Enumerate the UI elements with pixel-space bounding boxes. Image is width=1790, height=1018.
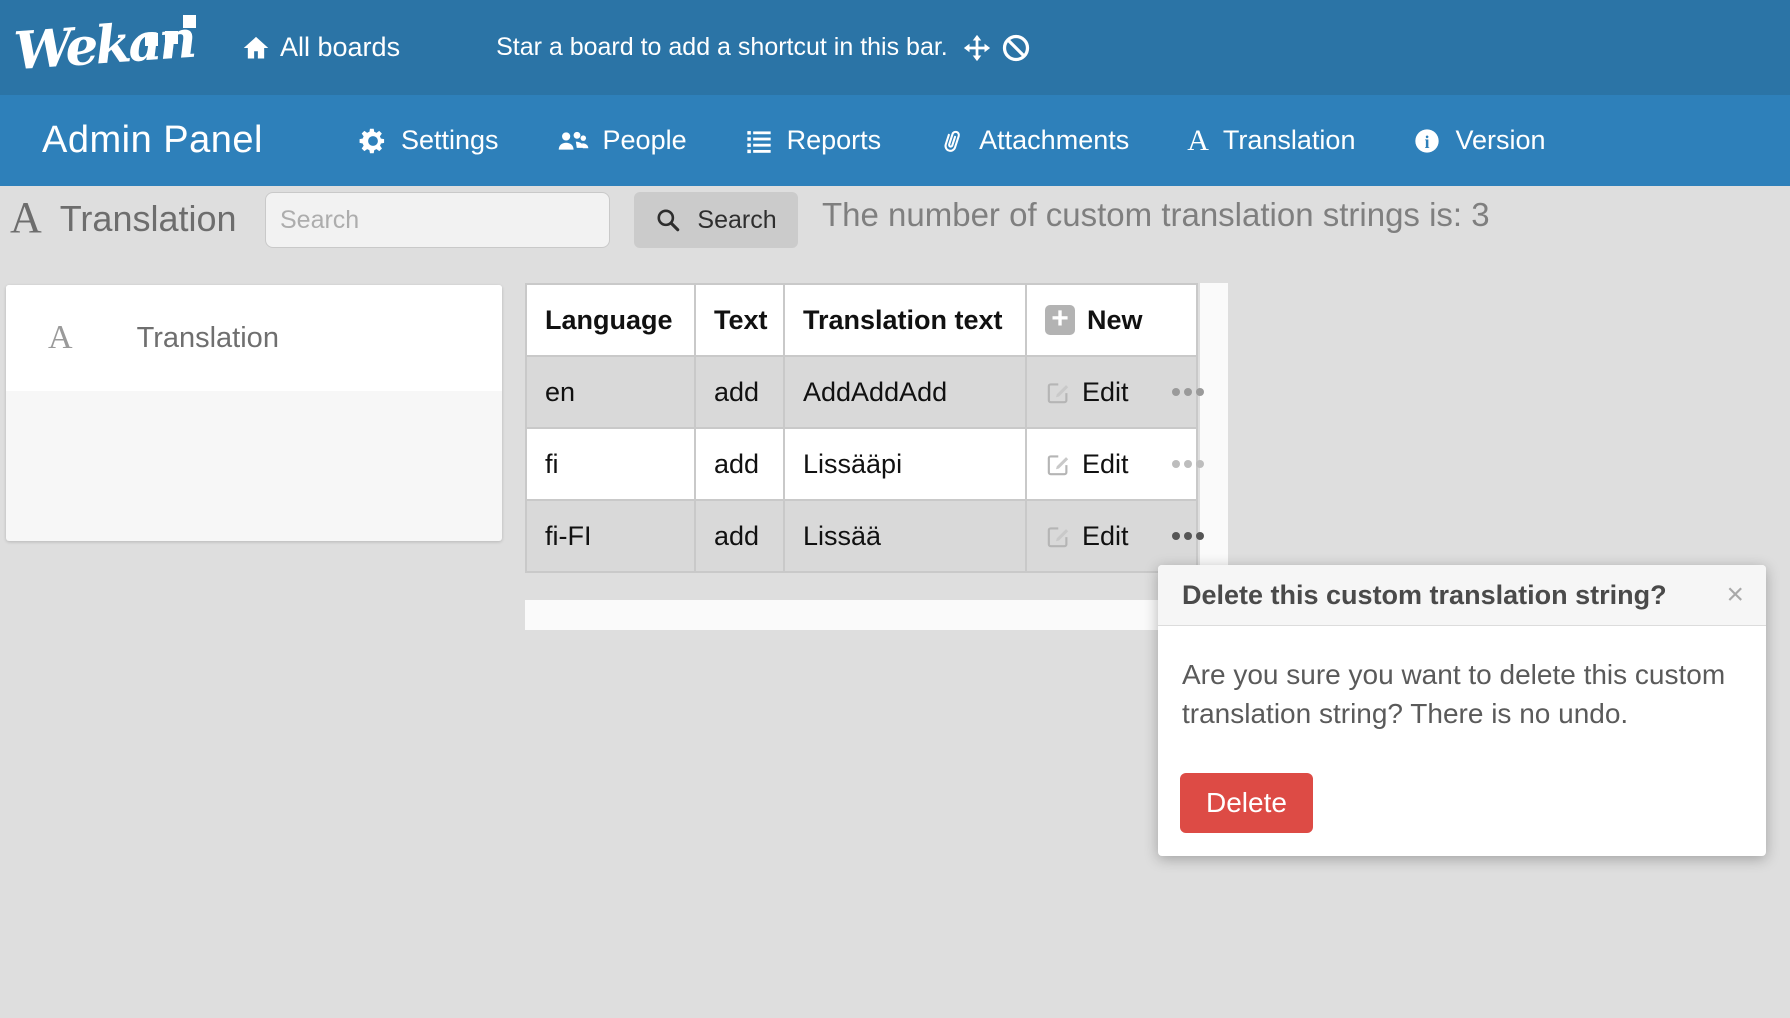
- nav-settings-label: Settings: [401, 125, 499, 156]
- search-input[interactable]: [265, 192, 610, 248]
- svg-text:i: i: [1425, 132, 1430, 152]
- delete-confirm-dialog: Delete this custom translation string? ×…: [1158, 565, 1766, 856]
- nav-attachments-label: Attachments: [979, 125, 1129, 156]
- nav-reports-label: Reports: [787, 125, 882, 156]
- nav-translation[interactable]: A Translation: [1187, 125, 1355, 156]
- cell-translation: AddAddAdd: [784, 356, 1026, 428]
- arrows-move-icon[interactable]: [962, 33, 992, 63]
- edit-pencil-square-icon: [1045, 451, 1072, 478]
- cell-translation: Lissää: [784, 500, 1026, 572]
- table-row: fi-FI add Lissää Edit: [526, 500, 1197, 572]
- ellipsis-menu-icon[interactable]: [1172, 532, 1180, 540]
- dialog-header: Delete this custom translation string? ×: [1158, 565, 1766, 626]
- edit-button[interactable]: Edit: [1082, 521, 1129, 552]
- search-button-label: Search: [697, 206, 776, 235]
- col-header-text: Text: [695, 284, 784, 356]
- search-button[interactable]: Search: [634, 192, 798, 248]
- section-heading: A Translation: [10, 196, 237, 240]
- people-icon: [557, 127, 589, 155]
- table-header-row: Language Text Translation text New: [526, 284, 1197, 356]
- admin-panel-bar: Admin Panel Settings People: [0, 95, 1790, 186]
- edit-button[interactable]: Edit: [1082, 377, 1129, 408]
- nav-version-label: Version: [1455, 125, 1545, 156]
- plus-square-icon[interactable]: [1045, 305, 1075, 335]
- nav-reports[interactable]: Reports: [745, 125, 882, 156]
- ellipsis-menu-icon[interactable]: [1172, 460, 1180, 468]
- list-icon: [745, 127, 773, 155]
- ellipsis-menu-icon[interactable]: [1172, 388, 1180, 396]
- wekan-logo[interactable]: Wekan: [14, 7, 214, 89]
- cell-text: add: [695, 500, 784, 572]
- nav-people[interactable]: People: [557, 125, 687, 156]
- admin-panel-title: Admin Panel: [42, 119, 263, 162]
- gear-icon: [359, 127, 387, 155]
- search-icon: [655, 207, 681, 233]
- star-hint-text: Star a board to add a shortcut in this b…: [496, 33, 948, 62]
- edit-button[interactable]: Edit: [1082, 449, 1129, 480]
- delete-button[interactable]: Delete: [1180, 773, 1313, 833]
- top-bar: Wekan All boards Star a board to add a s…: [0, 0, 1790, 95]
- cell-language: en: [526, 356, 695, 428]
- all-boards-link[interactable]: All boards: [242, 32, 400, 63]
- sidebar-item-label: Translation: [137, 322, 279, 355]
- all-boards-label: All boards: [280, 32, 400, 63]
- col-header-translation-text: Translation text: [784, 284, 1026, 356]
- cell-translation: Lissääpi: [784, 428, 1026, 500]
- translation-count-text: The number of custom translation strings…: [822, 196, 1490, 234]
- wekan-logo-text: Wekan: [12, 8, 196, 81]
- nav-people-label: People: [603, 125, 687, 156]
- paperclip-icon: [939, 127, 965, 155]
- info-circle-icon: i: [1413, 127, 1441, 155]
- home-icon: [242, 34, 270, 62]
- dialog-body-text: Are you sure you want to delete this cus…: [1158, 626, 1766, 733]
- new-label: New: [1087, 305, 1143, 336]
- horizontal-scrollbar-track[interactable]: [525, 600, 1230, 630]
- section-title: Translation: [60, 198, 237, 240]
- serif-a-icon: A: [1187, 126, 1209, 156]
- cell-actions: Edit: [1026, 356, 1197, 428]
- dialog-title: Delete this custom translation string?: [1182, 580, 1726, 611]
- ban-icon[interactable]: [1001, 33, 1031, 63]
- nav-translation-label: Translation: [1223, 125, 1356, 156]
- wekan-logo-pixels-icon: [183, 15, 196, 28]
- cell-language: fi-FI: [526, 500, 695, 572]
- cell-text: add: [695, 356, 784, 428]
- table-row: en add AddAddAdd Edit: [526, 356, 1197, 428]
- nav-version[interactable]: i Version: [1413, 125, 1545, 156]
- table-row: fi add Lissääpi Edit: [526, 428, 1197, 500]
- col-header-new[interactable]: New: [1026, 284, 1197, 356]
- translation-a-icon: A: [10, 196, 42, 240]
- serif-a-icon: A: [48, 321, 73, 355]
- cell-text: add: [695, 428, 784, 500]
- translation-table: Language Text Translation text New en ad…: [525, 283, 1198, 573]
- col-header-language: Language: [526, 284, 695, 356]
- cell-language: fi: [526, 428, 695, 500]
- edit-pencil-square-icon: [1045, 523, 1072, 550]
- cell-actions: Edit: [1026, 500, 1197, 572]
- admin-nav: Settings People Reports: [359, 125, 1546, 156]
- edit-pencil-square-icon: [1045, 379, 1072, 406]
- translation-toolbar: A Translation Search The number of custo…: [0, 186, 1790, 257]
- translation-sidebar: A Translation: [6, 285, 502, 541]
- nav-attachments[interactable]: Attachments: [939, 125, 1129, 156]
- cell-actions: Edit: [1026, 428, 1197, 500]
- close-icon[interactable]: ×: [1726, 580, 1744, 610]
- sidebar-item-translation[interactable]: A Translation: [6, 285, 502, 391]
- nav-settings[interactable]: Settings: [359, 125, 499, 156]
